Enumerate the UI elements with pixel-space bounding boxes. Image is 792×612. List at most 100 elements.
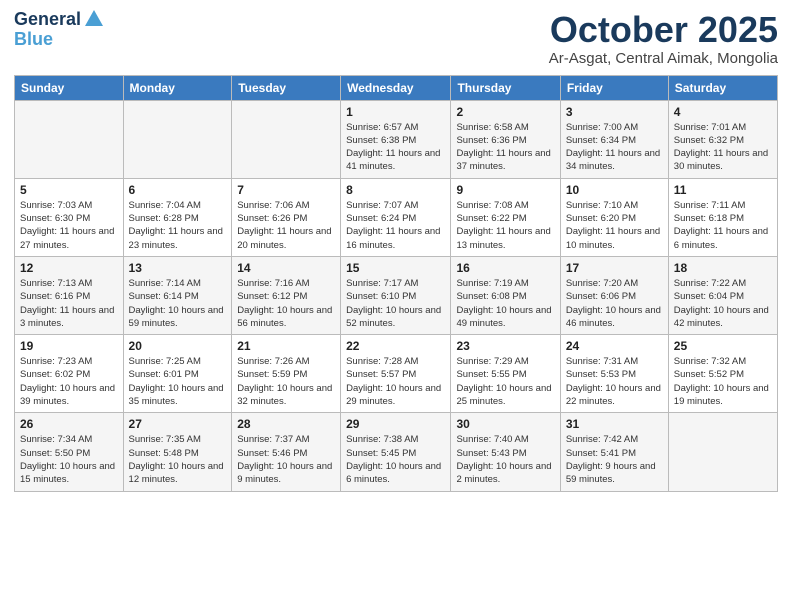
calendar-week-1: 1 Sunrise: 6:57 AMSunset: 6:38 PMDaylight…	[15, 100, 778, 178]
day-number: 20	[129, 339, 227, 353]
day-info: Sunrise: 6:57 AMSunset: 6:38 PMDaylight:…	[346, 121, 445, 174]
header-saturday: Saturday	[668, 75, 777, 100]
day-number: 19	[20, 339, 118, 353]
day-info: Sunrise: 7:04 AMSunset: 6:28 PMDaylight:…	[129, 199, 227, 252]
day-info: Sunrise: 7:08 AMSunset: 6:22 PMDaylight:…	[456, 199, 554, 252]
table-row	[232, 100, 341, 178]
table-row: 31 Sunrise: 7:42 AMSunset: 5:41 PMDayligh…	[560, 413, 668, 491]
day-number: 30	[456, 417, 554, 431]
table-row	[123, 100, 232, 178]
table-row: 13 Sunrise: 7:14 AMSunset: 6:14 PMDayligh…	[123, 256, 232, 334]
table-row: 15 Sunrise: 7:17 AMSunset: 6:10 PMDayligh…	[341, 256, 451, 334]
table-row: 26Sunrise: 7:34 AMSunset: 5:50 PMDayligh…	[15, 413, 124, 491]
table-row: 11 Sunrise: 7:11 AMSunset: 6:18 PMDayligh…	[668, 178, 777, 256]
day-info: Sunrise: 7:13 AMSunset: 6:16 PMDaylight:…	[20, 277, 118, 330]
day-info: Sunrise: 7:28 AMSunset: 5:57 PMDaylight:…	[346, 355, 445, 408]
table-row: 25 Sunrise: 7:32 AMSunset: 5:52 PMDayligh…	[668, 335, 777, 413]
day-number: 18	[674, 261, 772, 275]
table-row: 2 Sunrise: 6:58 AMSunset: 6:36 PMDaylight…	[451, 100, 560, 178]
table-row: 4 Sunrise: 7:01 AMSunset: 6:32 PMDaylight…	[668, 100, 777, 178]
table-row: 29 Sunrise: 7:38 AMSunset: 5:45 PMDayligh…	[341, 413, 451, 491]
table-row: 10 Sunrise: 7:10 AMSunset: 6:20 PMDayligh…	[560, 178, 668, 256]
day-info: Sunrise: 7:14 AMSunset: 6:14 PMDaylight:…	[129, 277, 227, 330]
header-wednesday: Wednesday	[341, 75, 451, 100]
day-info: Sunrise: 7:32 AMSunset: 5:52 PMDaylight:…	[674, 355, 772, 408]
table-row: 19 Sunrise: 7:23 AMSunset: 6:02 PMDayligh…	[15, 335, 124, 413]
table-row	[668, 413, 777, 491]
calendar-header-row: Sunday Monday Tuesday Wednesday Thursday…	[15, 75, 778, 100]
day-info: Sunrise: 7:25 AMSunset: 6:01 PMDaylight:…	[129, 355, 227, 408]
day-info: Sunrise: 7:01 AMSunset: 6:32 PMDaylight:…	[674, 121, 772, 174]
table-row: 30Sunrise: 7:40 AMSunset: 5:43 PMDayligh…	[451, 413, 560, 491]
table-row: 24 Sunrise: 7:31 AMSunset: 5:53 PMDayligh…	[560, 335, 668, 413]
day-number: 31	[566, 417, 663, 431]
day-number: 29	[346, 417, 445, 431]
day-number: 12	[20, 261, 118, 275]
day-info: Sunrise: 7:23 AMSunset: 6:02 PMDaylight:…	[20, 355, 118, 408]
location-subtitle: Ar-Asgat, Central Aimak, Mongolia	[549, 50, 778, 67]
day-info: Sunrise: 7:42 AMSunset: 5:41 PMDaylight:…	[566, 433, 663, 486]
day-number: 9	[456, 183, 554, 197]
day-info: Sunrise: 7:03 AMSunset: 6:30 PMDaylight:…	[20, 199, 118, 252]
day-info: Sunrise: 7:11 AMSunset: 6:18 PMDaylight:…	[674, 199, 772, 252]
day-number: 1	[346, 105, 445, 119]
day-number: 14	[237, 261, 335, 275]
table-row: 3Sunrise: 7:00 AMSunset: 6:34 PMDaylight…	[560, 100, 668, 178]
day-info: Sunrise: 7:20 AMSunset: 6:06 PMDaylight:…	[566, 277, 663, 330]
day-info: Sunrise: 6:58 AMSunset: 6:36 PMDaylight:…	[456, 121, 554, 174]
calendar-week-4: 19 Sunrise: 7:23 AMSunset: 6:02 PMDayligh…	[15, 335, 778, 413]
header-friday: Friday	[560, 75, 668, 100]
title-block: October 2025 Ar-Asgat, Central Aimak, Mo…	[549, 10, 778, 67]
table-row: 1 Sunrise: 6:57 AMSunset: 6:38 PMDaylight…	[341, 100, 451, 178]
table-row: 12 Sunrise: 7:13 AMSunset: 6:16 PMDayligh…	[15, 256, 124, 334]
table-row: 6 Sunrise: 7:04 AMSunset: 6:28 PMDaylight…	[123, 178, 232, 256]
header-monday: Monday	[123, 75, 232, 100]
day-number: 13	[129, 261, 227, 275]
day-info: Sunrise: 7:29 AMSunset: 5:55 PMDaylight:…	[456, 355, 554, 408]
day-number: 21	[237, 339, 335, 353]
day-number: 27	[129, 417, 227, 431]
header-sunday: Sunday	[15, 75, 124, 100]
day-number: 10	[566, 183, 663, 197]
logo-text-blue: Blue	[14, 30, 53, 50]
day-number: 15	[346, 261, 445, 275]
day-number: 25	[674, 339, 772, 353]
table-row: 18Sunrise: 7:22 AMSunset: 6:04 PMDayligh…	[668, 256, 777, 334]
calendar-week-5: 26Sunrise: 7:34 AMSunset: 5:50 PMDayligh…	[15, 413, 778, 491]
day-number: 7	[237, 183, 335, 197]
day-info: Sunrise: 7:31 AMSunset: 5:53 PMDaylight:…	[566, 355, 663, 408]
calendar-table: Sunday Monday Tuesday Wednesday Thursday…	[14, 75, 778, 492]
table-row: 21 Sunrise: 7:26 AMSunset: 5:59 PMDayligh…	[232, 335, 341, 413]
day-number: 5	[20, 183, 118, 197]
table-row: 7 Sunrise: 7:06 AMSunset: 6:26 PMDaylight…	[232, 178, 341, 256]
table-row: 17Sunrise: 7:20 AMSunset: 6:06 PMDayligh…	[560, 256, 668, 334]
month-title: October 2025	[549, 10, 778, 50]
table-row: 23 Sunrise: 7:29 AMSunset: 5:55 PMDayligh…	[451, 335, 560, 413]
logo: General Blue	[14, 10, 105, 50]
day-info: Sunrise: 7:06 AMSunset: 6:26 PMDaylight:…	[237, 199, 335, 252]
day-info: Sunrise: 7:37 AMSunset: 5:46 PMDaylight:…	[237, 433, 335, 486]
day-number: 6	[129, 183, 227, 197]
table-row: 16Sunrise: 7:19 AMSunset: 6:08 PMDayligh…	[451, 256, 560, 334]
day-number: 4	[674, 105, 772, 119]
day-info: Sunrise: 7:10 AMSunset: 6:20 PMDaylight:…	[566, 199, 663, 252]
table-row: 28Sunrise: 7:37 AMSunset: 5:46 PMDayligh…	[232, 413, 341, 491]
day-number: 11	[674, 183, 772, 197]
table-row	[15, 100, 124, 178]
header-tuesday: Tuesday	[232, 75, 341, 100]
day-info: Sunrise: 7:16 AMSunset: 6:12 PMDaylight:…	[237, 277, 335, 330]
day-info: Sunrise: 7:00 AMSunset: 6:34 PMDaylight:…	[566, 121, 663, 174]
table-row: 27Sunrise: 7:35 AMSunset: 5:48 PMDayligh…	[123, 413, 232, 491]
day-number: 8	[346, 183, 445, 197]
day-number: 24	[566, 339, 663, 353]
day-info: Sunrise: 7:38 AMSunset: 5:45 PMDaylight:…	[346, 433, 445, 486]
table-row: 22 Sunrise: 7:28 AMSunset: 5:57 PMDayligh…	[341, 335, 451, 413]
day-number: 23	[456, 339, 554, 353]
table-row: 9 Sunrise: 7:08 AMSunset: 6:22 PMDaylight…	[451, 178, 560, 256]
logo-icon	[83, 8, 105, 30]
table-row: 5 Sunrise: 7:03 AMSunset: 6:30 PMDaylight…	[15, 178, 124, 256]
day-info: Sunrise: 7:17 AMSunset: 6:10 PMDaylight:…	[346, 277, 445, 330]
day-number: 2	[456, 105, 554, 119]
day-number: 22	[346, 339, 445, 353]
day-info: Sunrise: 7:26 AMSunset: 5:59 PMDaylight:…	[237, 355, 335, 408]
